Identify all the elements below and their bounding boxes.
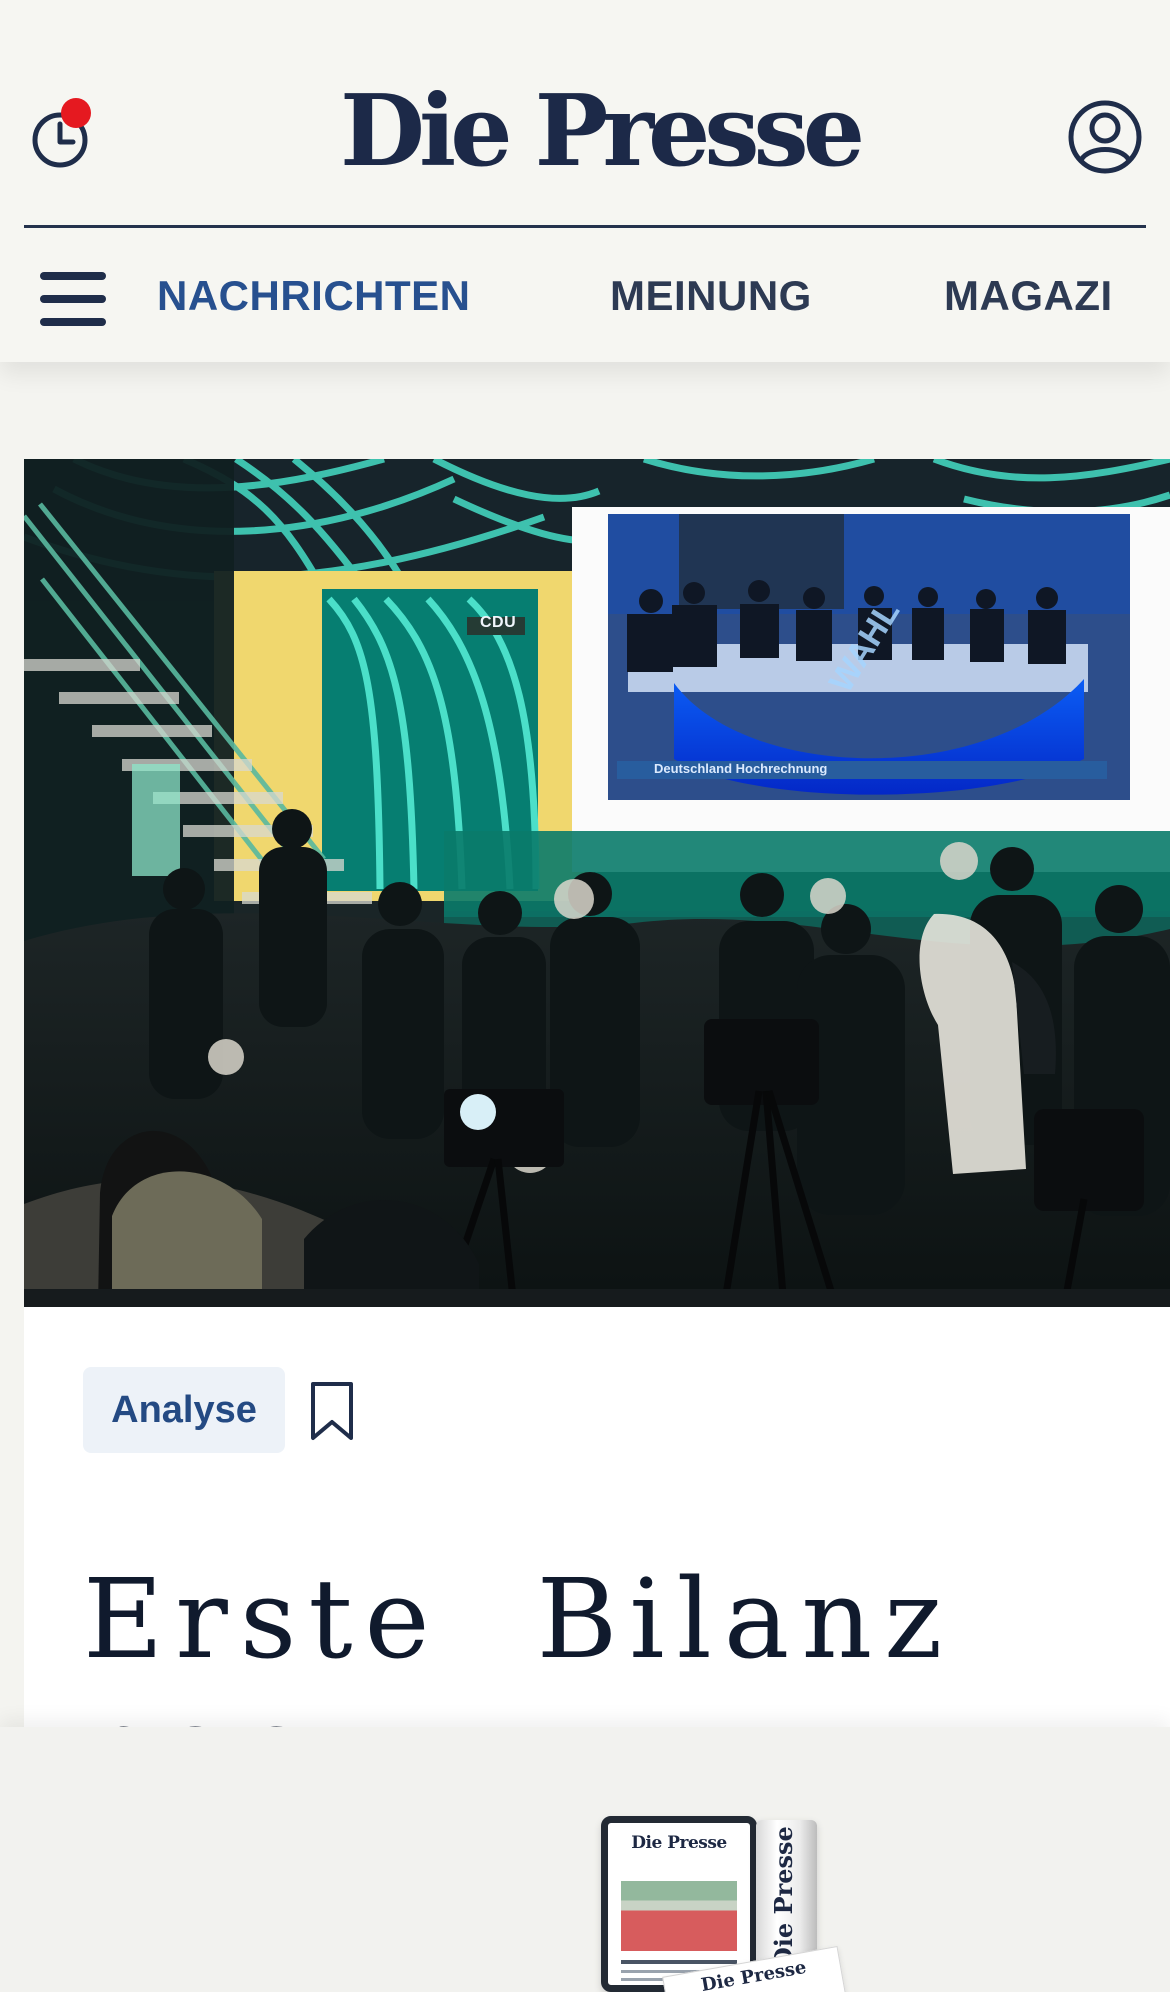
bookmark-icon bbox=[311, 1382, 353, 1440]
header-top-bar: Die Presse bbox=[0, 0, 1170, 227]
lead-article-card[interactable]: CDU Deutschland Hochrechnung WAHL Analys… bbox=[24, 459, 1170, 1727]
die-presse-logo[interactable]: Die Presse bbox=[340, 76, 865, 188]
newspaper-product-illustration: Die Presse Die Presse Die Presse bbox=[601, 1816, 848, 1992]
nav-item-meinung[interactable]: MEINUNG bbox=[610, 272, 812, 320]
menu-line bbox=[40, 295, 106, 303]
site-header: Die Presse NACHRICHTEN MEINUNG MAGAZI bbox=[0, 0, 1170, 362]
article-headline[interactable]: Erste Bilanz nac Deutschland-Wah bbox=[83, 1555, 1170, 1727]
bookmark-button[interactable] bbox=[308, 1380, 356, 1442]
user-icon bbox=[1068, 100, 1142, 174]
menu-line bbox=[40, 272, 106, 280]
hamburger-menu-icon[interactable] bbox=[40, 272, 106, 326]
rolled-newspaper-logo: Die Presse bbox=[769, 1826, 798, 1968]
article-hero-image[interactable]: CDU Deutschland Hochrechnung WAHL bbox=[24, 459, 1170, 1307]
election-event-image bbox=[24, 459, 1170, 1307]
account-button[interactable] bbox=[1066, 98, 1144, 176]
cdu-sign-text: CDU bbox=[480, 614, 517, 631]
analysis-tag[interactable]: Analyse bbox=[83, 1367, 285, 1453]
mobile-news-page: Die Presse NACHRICHTEN MEINUNG MAGAZI CD… bbox=[0, 0, 1170, 1992]
nav-item-nachrichten[interactable]: NACHRICHTEN bbox=[157, 272, 471, 320]
history-button[interactable] bbox=[28, 98, 92, 172]
tablet-article-image bbox=[621, 1881, 737, 1951]
nav-item-magazin[interactable]: MAGAZI bbox=[944, 272, 1170, 320]
section-navigation: NACHRICHTEN MEINUNG MAGAZI bbox=[0, 228, 1170, 362]
menu-line bbox=[40, 318, 106, 326]
broadcast-caption-text: Deutschland Hochrechnung bbox=[654, 761, 828, 776]
tablet-logo: Die Presse bbox=[631, 1833, 727, 1853]
notification-dot bbox=[61, 98, 91, 128]
article-summary: Analyse Erste Bilanz nac Deutschland-Wah bbox=[24, 1307, 1170, 1727]
article-tag-row: Analyse bbox=[83, 1367, 483, 1453]
subscription-promo-banner[interactable]: Die Presse Die Presse Die Presse bbox=[0, 1727, 1170, 1992]
